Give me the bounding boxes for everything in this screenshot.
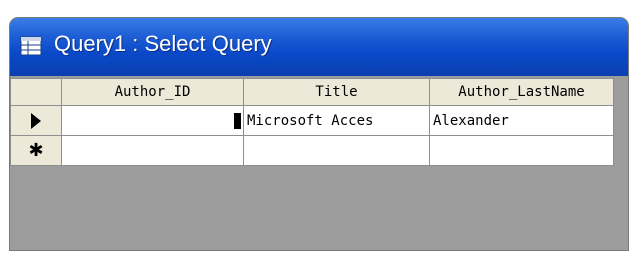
new-record-selector[interactable]: ✱ [10,135,62,166]
new-cell-author-id[interactable] [61,135,244,166]
table-row: Microsoft Acces Alexander [10,105,614,136]
column-header-title[interactable]: Title [243,78,430,106]
current-record-arrow-icon [31,112,41,129]
header-row: Author_ID Title Author_LastName [10,78,614,106]
query-icon [20,36,42,56]
cell-title[interactable]: Microsoft Acces [243,105,430,136]
column-header-author-lastname[interactable]: Author_LastName [429,78,614,106]
new-record-row: ✱ [10,135,614,166]
window-title: Query1 : Select Query [54,31,272,56]
new-cell-title[interactable] [243,135,430,166]
new-record-asterisk-icon: ✱ [28,140,44,161]
datasheet-grid: Author_ID Title Author_LastName Microsof… [10,78,614,166]
record-selector[interactable] [10,105,62,136]
text-cursor-icon [234,112,241,129]
title-bar[interactable]: Query1 : Select Query [10,18,628,76]
query-window: Query1 : Select Query Author_ID Title Au… [10,18,628,250]
column-header-author-id[interactable]: Author_ID [61,78,244,106]
new-cell-author-lastname[interactable] [429,135,614,166]
cell-author-id[interactable] [61,105,244,136]
select-all-corner[interactable] [10,78,62,106]
cell-author-lastname[interactable]: Alexander [429,105,614,136]
